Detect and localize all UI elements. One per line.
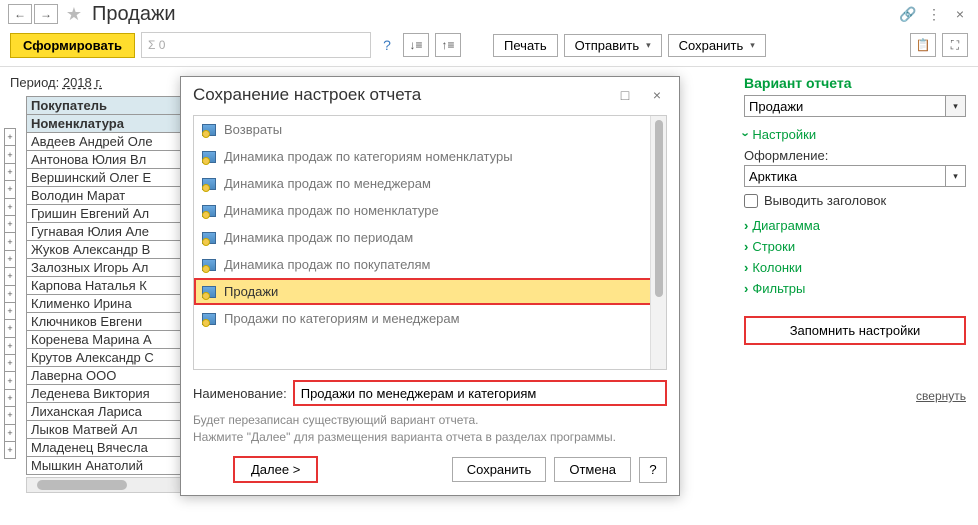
table-row[interactable]: Младенец Вячесла xyxy=(27,439,196,457)
expand-icon[interactable]: + xyxy=(4,163,16,181)
expand-icon[interactable]: + xyxy=(4,371,16,389)
generate-button[interactable]: Сформировать xyxy=(10,33,135,58)
header-buyer: Покупатель xyxy=(27,97,196,115)
list-item[interactable]: Динамика продаж по категориям номенклату… xyxy=(194,143,666,170)
variant-title: Вариант отчета xyxy=(744,75,966,91)
table-row[interactable]: Клименко Ирина xyxy=(27,295,196,313)
table-row[interactable]: Лаверна ООО xyxy=(27,367,196,385)
list-item[interactable]: Динамика продаж по периодам xyxy=(194,224,666,251)
expand-icon[interactable]: + xyxy=(4,232,16,250)
table-row[interactable]: Лиханская Лариса xyxy=(27,403,196,421)
dialog-close-icon[interactable]: × xyxy=(647,85,667,105)
table-row[interactable]: Залозных Игорь Ал xyxy=(27,259,196,277)
expand-icon[interactable]: + xyxy=(4,198,16,216)
section-diagram[interactable]: Диаграмма xyxy=(744,218,966,233)
expand-icon[interactable]: + xyxy=(4,250,16,268)
expand-icon[interactable]: + xyxy=(4,128,16,146)
section-filters[interactable]: Фильтры xyxy=(744,281,966,296)
name-label: Наименование: xyxy=(193,386,287,401)
section-rows[interactable]: Строки xyxy=(744,239,966,254)
dialog-help-button[interactable]: ? xyxy=(639,457,667,483)
favorite-icon[interactable]: ★ xyxy=(64,4,84,24)
table-row[interactable]: Крутов Александр С xyxy=(27,349,196,367)
list-item[interactable]: Возвраты xyxy=(194,116,666,143)
dialog-title: Сохранение настроек отчета xyxy=(193,85,421,105)
link-icon[interactable]: 🔗 xyxy=(898,4,918,24)
table-row[interactable]: Гришин Евгений Ал xyxy=(27,205,196,223)
expand-icon[interactable]: + xyxy=(4,285,16,303)
calc-icon[interactable]: 📋 xyxy=(910,33,936,57)
back-button[interactable]: ← xyxy=(8,4,32,24)
header-nomen: Номенклатура xyxy=(27,115,196,133)
period-value[interactable]: 2018 г. xyxy=(63,75,102,90)
collapse-link[interactable]: свернуть xyxy=(744,389,966,403)
save-settings-dialog: Сохранение настроек отчета □ × ВозвратыД… xyxy=(180,76,680,496)
expand-icon[interactable]: + xyxy=(4,354,16,372)
expand-icon[interactable]: + xyxy=(4,424,16,442)
table-row[interactable]: Антонова Юлия Вл xyxy=(27,151,196,169)
table-row[interactable]: Жуков Александр В xyxy=(27,241,196,259)
expand-icon[interactable]: + xyxy=(4,302,16,320)
expand-icon[interactable]: + xyxy=(4,406,16,424)
list-item[interactable]: Динамика продаж по номенклатуре xyxy=(194,197,666,224)
table-row[interactable]: Лыков Матвей Ал xyxy=(27,421,196,439)
save-button[interactable]: Сохранить xyxy=(668,34,766,57)
table-row[interactable]: Коренева Марина А xyxy=(27,331,196,349)
name-input[interactable] xyxy=(293,380,667,406)
expand-all-icon[interactable]: ↓≡ xyxy=(403,33,429,57)
table-row[interactable]: Карпова Наталья К xyxy=(27,277,196,295)
dialog-maximize-icon[interactable]: □ xyxy=(615,85,635,105)
expand-icon[interactable]: + xyxy=(4,215,16,233)
close-icon[interactable]: × xyxy=(950,4,970,24)
list-item[interactable]: Динамика продаж по менеджерам xyxy=(194,170,666,197)
data-table: Покупатель Номенклатура Авдеев Андрей Ол… xyxy=(26,96,196,475)
expand-icon[interactable]: + xyxy=(4,180,16,198)
period-label: Период: xyxy=(10,75,59,90)
expand-icon[interactable]: + xyxy=(4,145,16,163)
expand-icon[interactable]: + xyxy=(4,319,16,337)
design-dropdown-icon[interactable]: ▾ xyxy=(946,165,966,187)
sigma-field[interactable]: Σ 0 xyxy=(141,32,371,58)
table-row[interactable]: Авдеев Андрей Оле xyxy=(27,133,196,151)
expand-icon[interactable]: + xyxy=(4,441,16,459)
show-header-row[interactable]: Выводить заголовок xyxy=(744,193,966,208)
remember-settings-button[interactable]: Запомнить настройки xyxy=(744,316,966,345)
help-icon[interactable]: ? xyxy=(377,35,397,55)
table-row[interactable]: Мышкин Анатолий xyxy=(27,457,196,475)
list-scrollbar[interactable] xyxy=(650,116,666,369)
forward-button[interactable]: → xyxy=(34,4,58,24)
dialog-save-button[interactable]: Сохранить xyxy=(452,457,547,482)
expand-icon[interactable]: + xyxy=(4,389,16,407)
fullscreen-icon[interactable]: ⛶ xyxy=(942,33,968,57)
variant-list[interactable]: ВозвратыДинамика продаж по категориям но… xyxy=(193,115,667,370)
section-cols[interactable]: Колонки xyxy=(744,260,966,275)
print-button[interactable]: Печать xyxy=(493,34,558,57)
send-button[interactable]: Отправить xyxy=(564,34,662,57)
table-row[interactable]: Вершинский Олег Е xyxy=(27,169,196,187)
variant-input[interactable] xyxy=(744,95,946,117)
list-item[interactable]: Динамика продаж по покупателям xyxy=(194,251,666,278)
table-row[interactable]: Ключников Евгени xyxy=(27,313,196,331)
expand-icon[interactable]: + xyxy=(4,267,16,285)
table-row[interactable]: Гугнавая Юлия Але xyxy=(27,223,196,241)
info-text: Будет перезаписан существующий вариант о… xyxy=(193,412,667,446)
table-row[interactable]: Володин Марат xyxy=(27,187,196,205)
expand-icon[interactable]: + xyxy=(4,337,16,355)
collapse-all-icon[interactable]: ↑≡ xyxy=(435,33,461,57)
design-label: Оформление: xyxy=(744,148,966,163)
settings-section[interactable]: Настройки xyxy=(744,127,966,142)
page-title: Продажи xyxy=(92,3,176,26)
variant-dropdown-icon[interactable]: ▾ xyxy=(946,95,966,117)
list-item[interactable]: Продажи xyxy=(194,278,666,305)
dialog-cancel-button[interactable]: Отмена xyxy=(554,457,631,482)
table-row[interactable]: Леденева Виктория xyxy=(27,385,196,403)
more-icon[interactable]: ⋮ xyxy=(924,4,944,24)
horizontal-scrollbar[interactable] xyxy=(26,477,196,493)
show-header-label: Выводить заголовок xyxy=(764,193,886,208)
list-item[interactable]: Продажи по категориям и менеджерам xyxy=(194,305,666,332)
show-header-checkbox[interactable] xyxy=(744,194,758,208)
design-input[interactable] xyxy=(744,165,946,187)
next-button[interactable]: Далее > xyxy=(233,456,318,483)
